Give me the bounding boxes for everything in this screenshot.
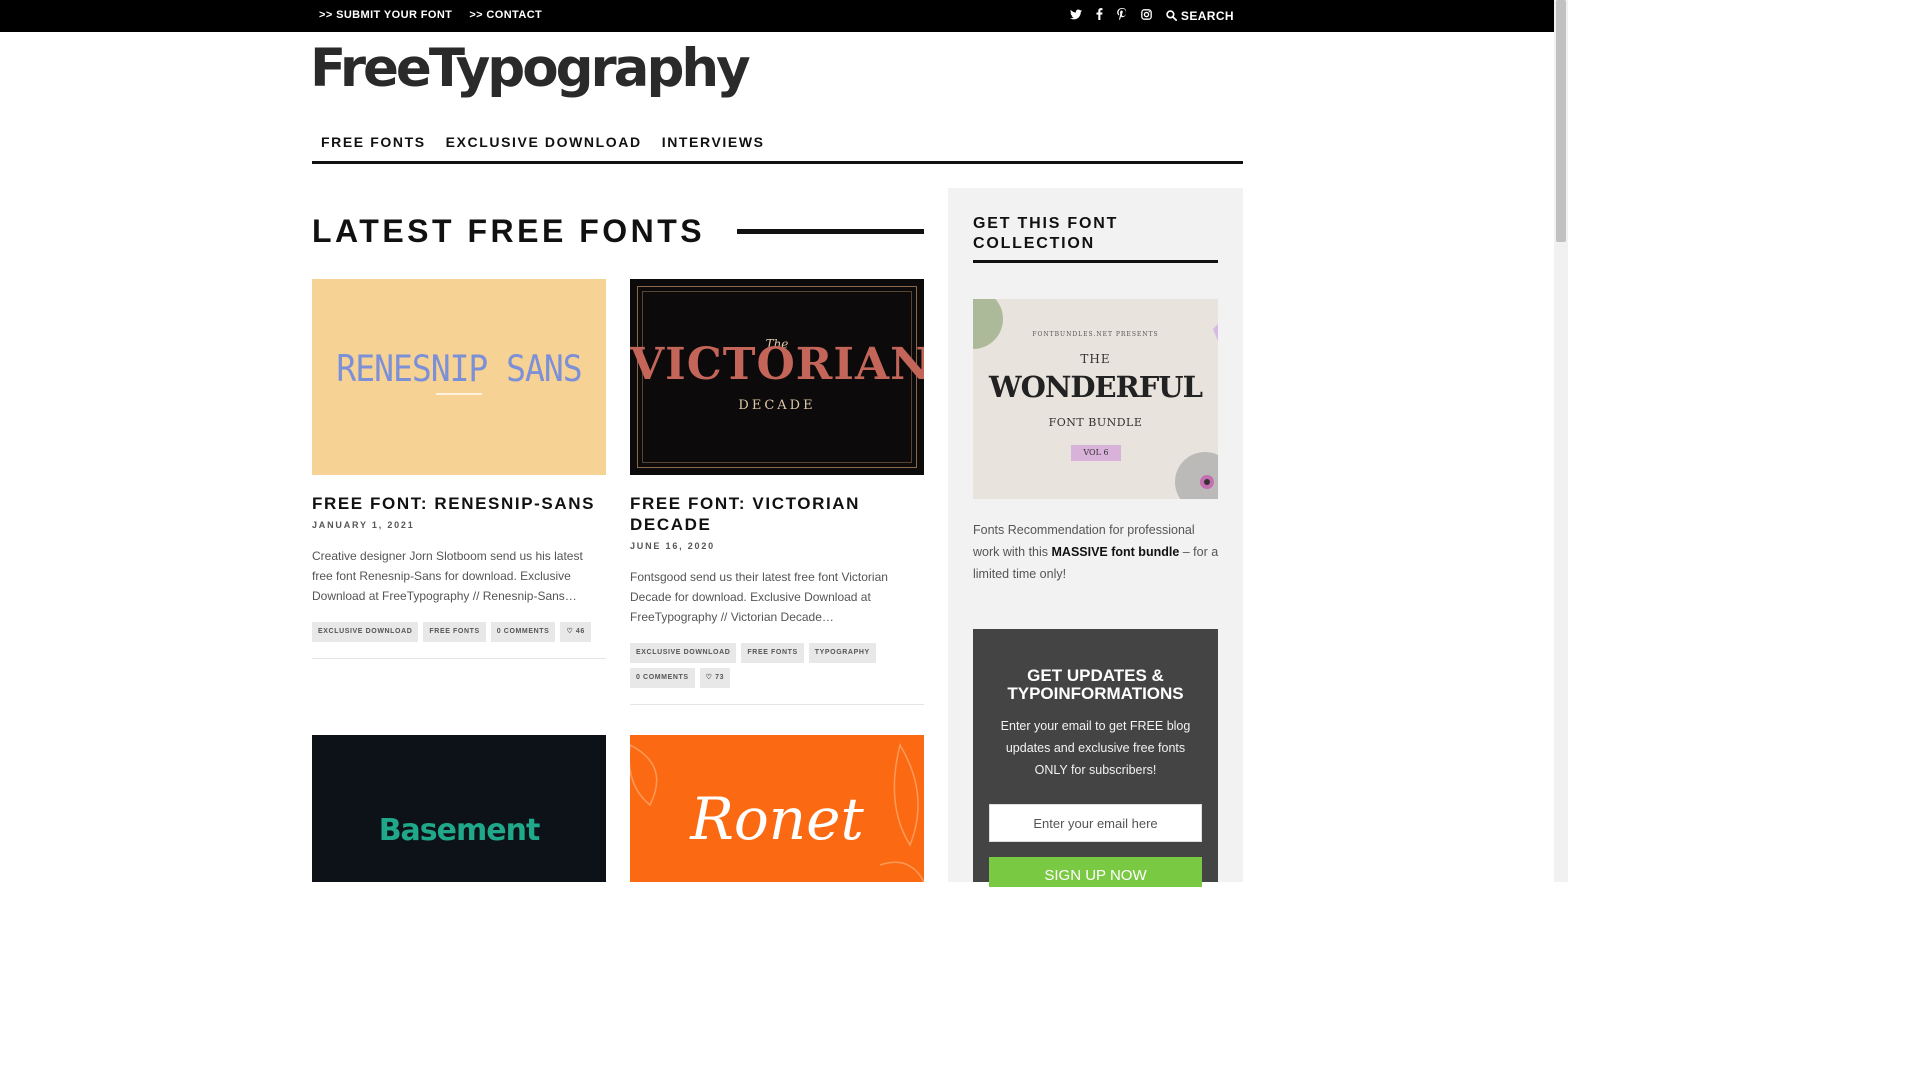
post-thumbnail[interactable]: RENESNIP SANS [312,279,606,475]
thumbnail-font-name: VICTORIAN [630,339,924,390]
tag-exclusive-download[interactable]: EXCLUSIVE DOWNLOAD [312,622,419,642]
post-title[interactable]: FREE FONT: RENESNIP-SANS [312,493,606,514]
thumbnail-caption [436,393,482,395]
newsletter-box: GET UPDATES & TYPOINFORMATIONS Enter you… [973,629,1218,887]
promo-bold-link[interactable]: MASSIVE font bundle [1052,545,1180,559]
search-button[interactable]: SEARCH [1166,9,1234,23]
post-title[interactable]: FREE FONT: VICTORIAN DECADE [630,493,924,535]
post-thumbnail[interactable]: The VICTORIAN DECADE [630,279,924,475]
tag-exclusive-download[interactable]: EXCLUSIVE DOWNLOAD [630,643,737,663]
instagram-icon[interactable] [1141,8,1152,23]
post-divider [630,704,924,705]
post-card: The VICTORIAN DECADE FREE FONT: VICTORIA… [630,279,924,705]
thumbnail-font-name: RENESNIP SANS [336,347,582,390]
contact-link[interactable]: >> CONTACT [469,9,542,21]
tag-free-fonts[interactable]: FREE FONTS [741,643,804,663]
sidebar: GET THIS FONT COLLECTION FONTBUNDLES.NET… [948,188,1243,887]
scrollbar-thumb[interactable] [1556,0,1566,242]
sidebar-heading-rule [973,260,1218,263]
facebook-icon[interactable] [1096,8,1103,23]
signup-button[interactable]: SIGN UP NOW [989,857,1202,887]
post-date: JANUARY 1, 2021 [312,520,415,530]
comments-count[interactable]: 0 COMMENTS [490,622,556,642]
post-thumbnail[interactable]: Basement [312,735,606,882]
post-excerpt: Fontsgood send us their latest free font… [630,570,888,624]
thumbnail-font-name: Ronet [690,785,864,853]
promo-text: Fonts Recommendation for professional wo… [973,519,1223,585]
like-count[interactable]: ♡ 46 [560,622,591,642]
tag-typography[interactable]: TYPOGRAPHY [808,643,876,663]
post-thumbnail[interactable]: Ronet [630,735,924,882]
post-divider [312,658,606,659]
post-card: Ronet [630,735,924,882]
post-card: RENESNIP SANS FREE FONT: RENESNIP-SANS J… [312,279,606,659]
social-links: SEARCH [1069,8,1234,23]
tag-free-fonts[interactable]: FREE FONTS [423,622,486,642]
post-tags: EXCLUSIVE DOWNLOAD FREE FONTS TYPOGRAPHY… [630,643,924,688]
banner-vol: VOL 6 [1071,445,1121,461]
nav-item-free-fonts[interactable]: FREE FONTS [321,134,426,161]
nav-item-interviews[interactable]: INTERVIEWS [662,134,765,161]
email-field[interactable] [989,804,1202,842]
search-icon [1166,10,1177,21]
like-count[interactable]: ♡ 73 [699,668,731,688]
top-bar: >> SUBMIT YOUR FONT >> CONTACT SEARCH [0,0,1554,32]
submit-font-link[interactable]: >> SUBMIT YOUR FONT [319,9,452,21]
section-title-rule [737,229,924,234]
post-card: Basement [312,735,606,882]
newsletter-title: GET UPDATES & TYPOINFORMATIONS [1007,666,1184,703]
main-nav: FREE FONTS EXCLUSIVE DOWNLOAD INTERVIEWS [312,134,1243,164]
banner-subtitle: FONT BUNDLE [1048,416,1143,429]
nav-item-exclusive-download[interactable]: EXCLUSIVE DOWNLOAD [446,134,642,161]
top-links: >> SUBMIT YOUR FONT >> CONTACT [319,9,542,21]
banner-the: THE [1080,352,1111,366]
section-title: LATEST FREE FONTS [312,213,706,249]
twitter-icon[interactable] [1069,9,1082,23]
thumbnail-subtitle: DECADE [738,398,816,413]
post-excerpt: Creative designer Jorn Slotboom send us … [312,549,583,603]
newsletter-text: Enter your email to get FREE blog update… [1000,719,1191,777]
thumbnail-font-name: Basement [378,813,541,848]
font-bundle-banner[interactable]: FONTBUNDLES.NET PRESENTS THE WONDERFUL F… [973,299,1218,499]
comments-count[interactable]: 0 COMMENTS [630,668,695,688]
post-tags: EXCLUSIVE DOWNLOAD FREE FONTS 0 COMMENTS… [312,622,606,642]
post-date: JUNE 16, 2020 [630,541,715,551]
pinterest-icon[interactable] [1117,8,1127,23]
banner-title: WONDERFUL [989,370,1203,404]
banner-presents: FONTBUNDLES.NET PRESENTS [1032,331,1159,338]
site-logo[interactable]: FreeTypography [310,38,751,99]
sidebar-heading: GET THIS FONT COLLECTION [973,215,1119,252]
page-scrollbar[interactable] [1554,0,1568,882]
search-label: SEARCH [1180,8,1234,23]
